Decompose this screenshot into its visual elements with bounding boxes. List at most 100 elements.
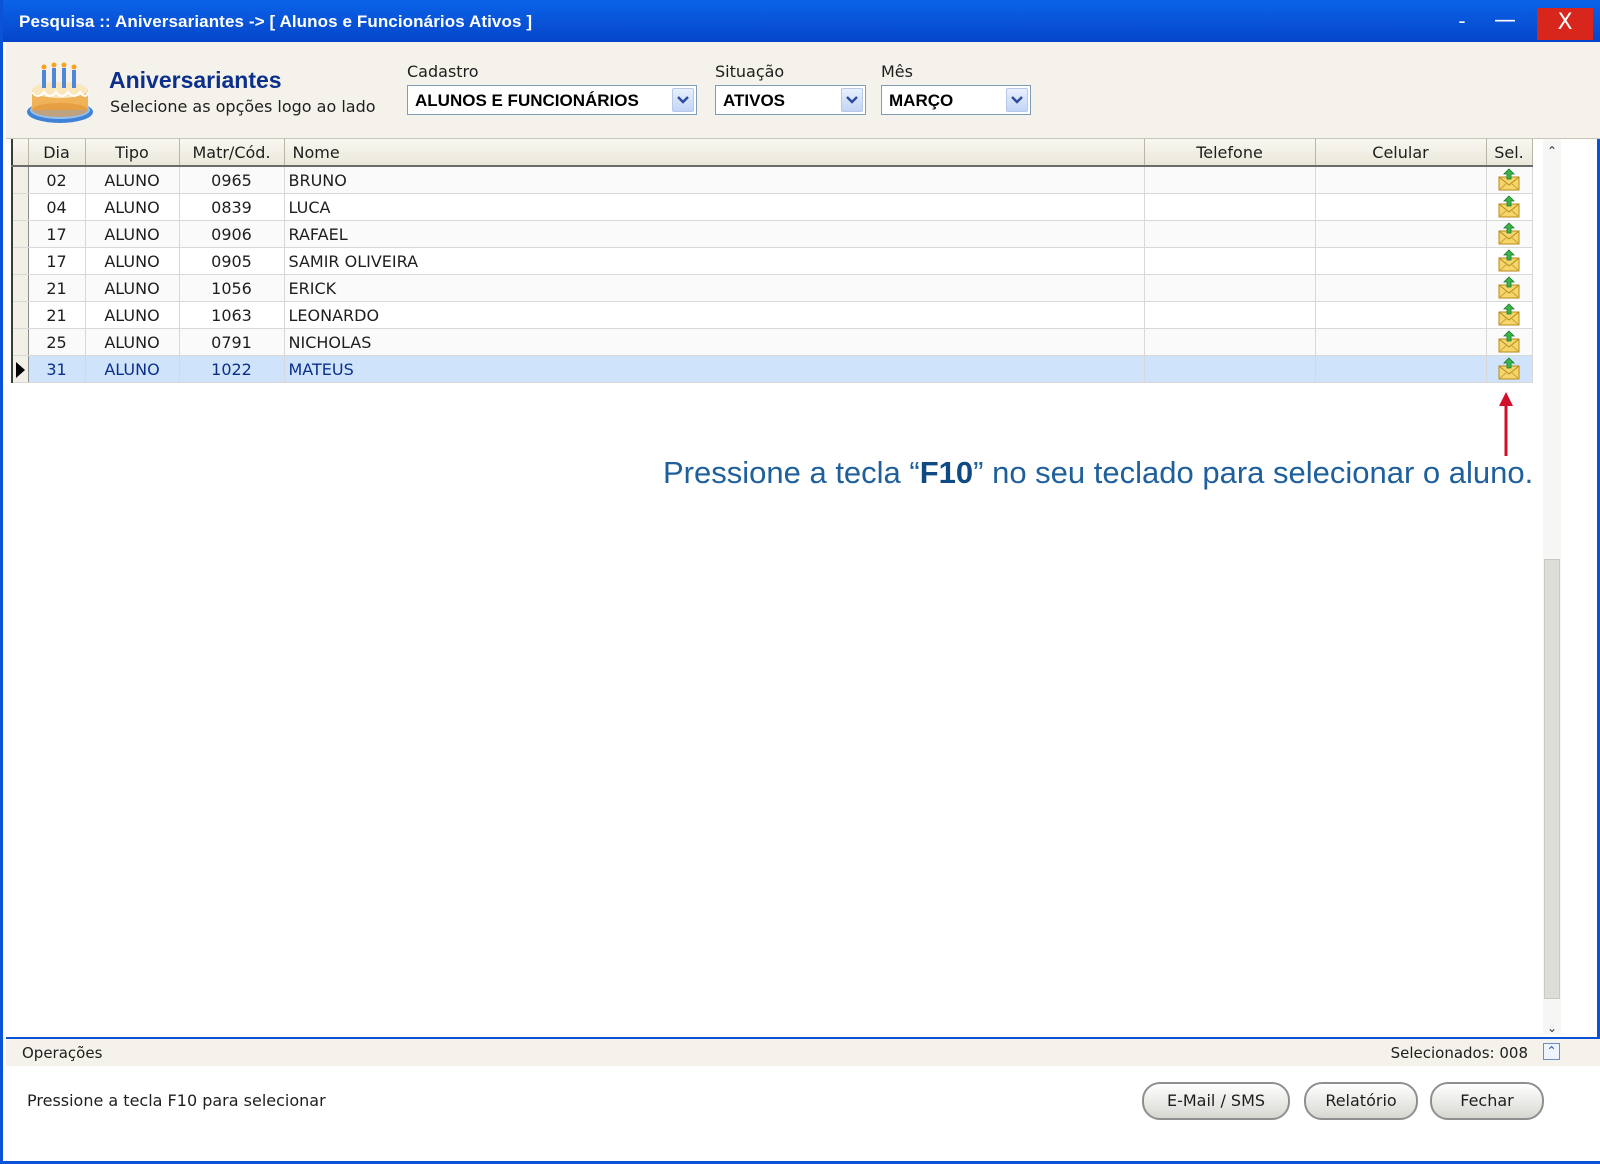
cell-sel[interactable] [1486, 301, 1533, 329]
mes-select[interactable]: MARÇO [881, 85, 1031, 115]
cell-matr: 0906 [179, 220, 285, 248]
cell-matr: 1063 [179, 301, 285, 329]
cell-telefone [1144, 193, 1316, 221]
table-row[interactable]: 21 ALUNO 1056 ERICK [11, 274, 1533, 302]
birthday-cake-icon [27, 62, 93, 123]
cell-telefone [1144, 355, 1316, 383]
cell-telefone [1144, 166, 1316, 194]
cell-telefone [1144, 274, 1316, 302]
collapse-up-icon[interactable]: ⌃ [1543, 1043, 1560, 1060]
annotation-text: Pressione a tecla “F10” no seu teclado p… [663, 455, 1533, 491]
cell-telefone [1144, 328, 1316, 356]
grid-header-row: Dia Tipo Matr/Cód. Nome Telefone Celular… [11, 139, 1533, 167]
close-window-button[interactable]: X [1537, 8, 1593, 40]
email-send-icon[interactable] [1497, 222, 1521, 245]
column-header-matr[interactable]: Matr/Cód. [179, 139, 285, 167]
minimize-button[interactable]: - [1440, 9, 1484, 37]
cadastro-select[interactable]: ALUNOS E FUNCIONÁRIOS [407, 85, 697, 115]
column-header-celular[interactable]: Celular [1315, 139, 1487, 167]
cell-celular [1315, 220, 1487, 248]
email-sms-button[interactable]: E-Mail / SMS [1142, 1082, 1290, 1120]
email-send-icon[interactable] [1497, 249, 1521, 272]
column-header-tipo[interactable]: Tipo [85, 139, 180, 167]
cell-dia: 02 [28, 166, 86, 194]
row-indicator [11, 193, 29, 221]
table-row[interactable]: 21 ALUNO 1063 LEONARDO [11, 301, 1533, 329]
report-button[interactable]: Relatório [1304, 1082, 1418, 1120]
window-title: Pesquisa :: Aniversariantes -> [ Alunos … [19, 12, 533, 31]
annotation-before: Pressione a tecla “ [663, 455, 920, 490]
cell-matr: 0839 [179, 193, 285, 221]
cell-sel[interactable] [1486, 220, 1533, 248]
cell-nome: BRUNO [284, 166, 1145, 194]
cell-tipo: ALUNO [85, 193, 180, 221]
cell-dia: 21 [28, 301, 86, 329]
cell-nome: MATEUS [284, 355, 1145, 383]
scroll-down-icon[interactable]: ⌄ [1543, 1018, 1561, 1038]
table-row[interactable]: 17 ALUNO 0905 SAMIR OLIVEIRA [11, 247, 1533, 275]
cell-nome: NICHOLAS [284, 328, 1145, 356]
cell-nome: SAMIR OLIVEIRA [284, 247, 1145, 275]
cell-nome: LEONARDO [284, 301, 1145, 329]
cell-dia: 25 [28, 328, 86, 356]
table-row[interactable]: 17 ALUNO 0906 RAFAEL [11, 220, 1533, 248]
table-row[interactable]: 02 ALUNO 0965 BRUNO [11, 166, 1533, 194]
row-indicator-header [11, 139, 29, 167]
column-header-telefone[interactable]: Telefone [1144, 139, 1316, 167]
cell-tipo: ALUNO [85, 355, 180, 383]
cadastro-label: Cadastro [407, 62, 479, 81]
email-send-icon[interactable] [1497, 303, 1521, 326]
cell-celular [1315, 247, 1487, 275]
scroll-up-icon[interactable]: ⌃ [1543, 141, 1561, 161]
cell-matr: 0905 [179, 247, 285, 275]
cell-tipo: ALUNO [85, 328, 180, 356]
email-send-icon[interactable] [1497, 276, 1521, 299]
chevron-down-icon[interactable] [672, 88, 694, 112]
cell-dia: 21 [28, 274, 86, 302]
close-button[interactable]: Fechar [1430, 1082, 1544, 1120]
mes-label: Mês [881, 62, 913, 81]
row-indicator [11, 328, 29, 356]
cell-tipo: ALUNO [85, 247, 180, 275]
cell-matr: 0791 [179, 328, 285, 356]
situacao-label: Situação [715, 62, 785, 81]
email-send-icon[interactable] [1497, 330, 1521, 353]
cell-sel[interactable] [1486, 328, 1533, 356]
cell-sel[interactable] [1486, 247, 1533, 275]
footer-hint: Pressione a tecla F10 para selecionar [27, 1091, 326, 1110]
row-indicator [11, 274, 29, 302]
row-indicator [11, 247, 29, 275]
cell-dia: 17 [28, 220, 86, 248]
cell-telefone [1144, 220, 1316, 248]
cell-dia: 04 [28, 193, 86, 221]
table-row[interactable]: 25 ALUNO 0791 NICHOLAS [11, 328, 1533, 356]
operations-bar: Operações Selecionados: 008 ⌃ [6, 1037, 1600, 1068]
situacao-select[interactable]: ATIVOS [715, 85, 866, 115]
table-row[interactable]: 04 ALUNO 0839 LUCA [11, 193, 1533, 221]
row-indicator [11, 355, 29, 383]
chevron-down-icon[interactable] [841, 88, 863, 112]
cell-telefone [1144, 247, 1316, 275]
cell-sel[interactable] [1486, 274, 1533, 302]
cell-tipo: ALUNO [85, 301, 180, 329]
column-header-nome[interactable]: Nome [284, 139, 1145, 167]
vertical-scrollbar[interactable]: ⌃ ⌄ [1543, 139, 1561, 1035]
scrollbar-thumb[interactable] [1544, 559, 1560, 999]
cell-sel[interactable] [1486, 166, 1533, 194]
cell-sel[interactable] [1486, 193, 1533, 221]
table-row[interactable]: 31 ALUNO 1022 MATEUS [11, 355, 1533, 383]
column-header-sel[interactable]: Sel. [1486, 139, 1533, 167]
maximize-button[interactable]: — [1483, 9, 1527, 37]
cell-dia: 17 [28, 247, 86, 275]
page-subtitle: Selecione as opções logo ao lado [110, 97, 376, 116]
options-header: Aniversariantes Selecione as opções logo… [6, 42, 1600, 139]
cadastro-value: ALUNOS E FUNCIONÁRIOS [415, 91, 639, 110]
cell-sel[interactable] [1486, 355, 1533, 383]
chevron-down-icon[interactable] [1006, 88, 1028, 112]
email-send-icon[interactable] [1497, 168, 1521, 191]
email-send-icon[interactable] [1497, 357, 1521, 380]
email-send-icon[interactable] [1497, 195, 1521, 218]
row-indicator [11, 220, 29, 248]
column-header-dia[interactable]: Dia [28, 139, 86, 167]
cell-celular [1315, 274, 1487, 302]
